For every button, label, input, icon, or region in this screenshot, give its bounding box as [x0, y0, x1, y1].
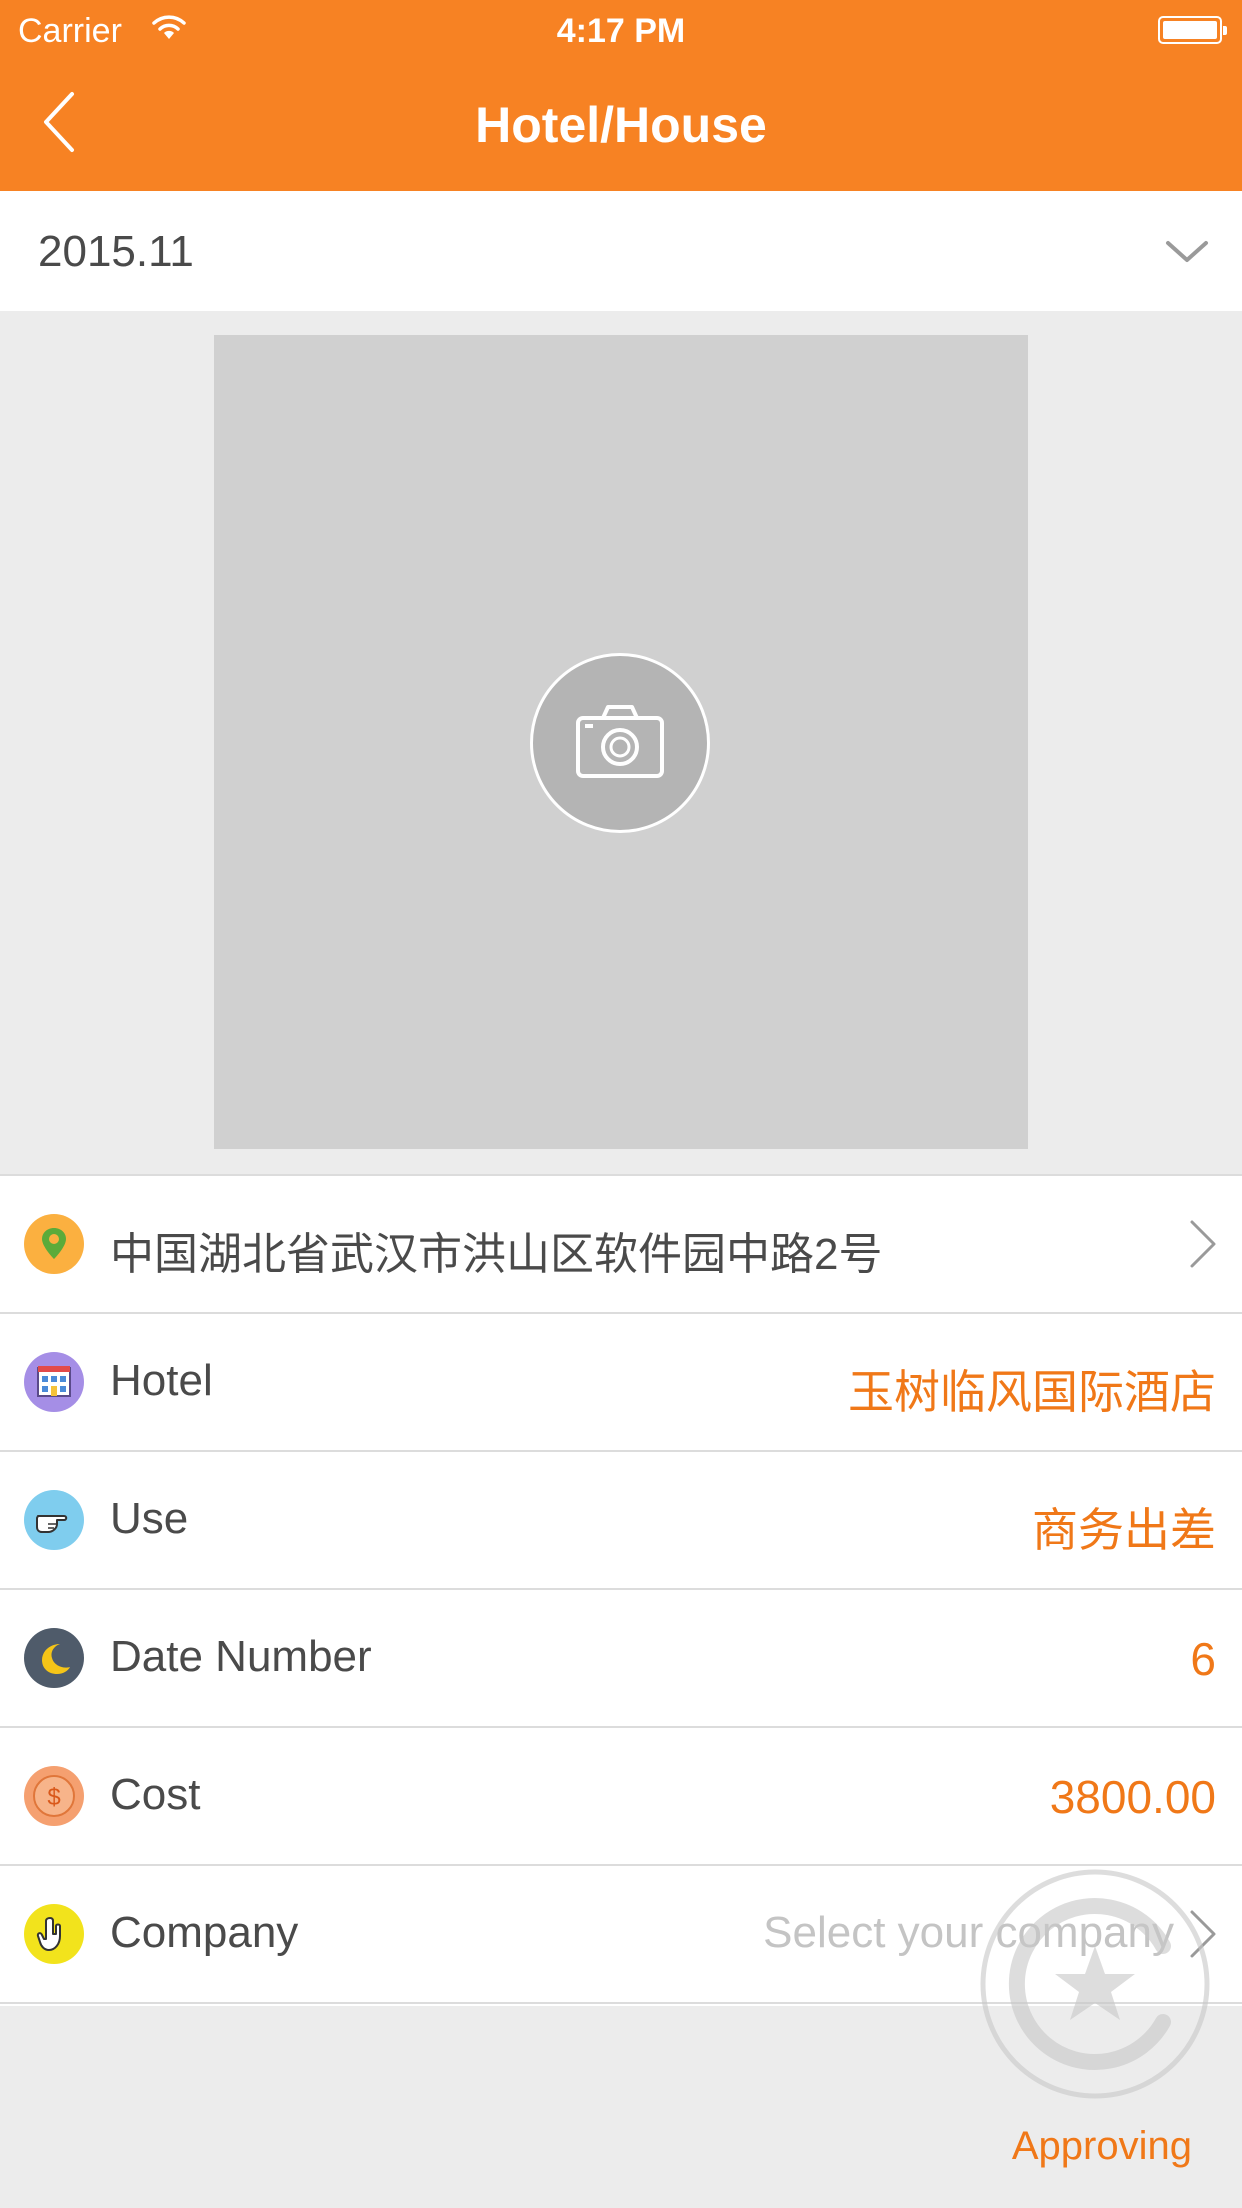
star-stamp-icon — [975, 1864, 1215, 2104]
date-number-label: Date Number — [110, 1632, 372, 1681]
hotel-label: Hotel — [110, 1356, 213, 1405]
add-photo-button[interactable] — [530, 653, 710, 833]
navigation-header: Carrier 4:17 PM Hotel/House — [0, 0, 1242, 191]
hotel-building-icon — [24, 1352, 84, 1412]
pointing-hand-icon — [24, 1490, 84, 1550]
photo-area[interactable] — [214, 335, 1028, 1149]
date-number-row[interactable]: Date Number 6 — [0, 1590, 1242, 1728]
company-label: Company — [110, 1908, 299, 1957]
hotel-value: 玉树临风国际酒店 — [848, 1366, 1216, 1418]
raised-hand-icon — [24, 1904, 84, 1964]
page-title: Hotel/House — [475, 97, 767, 153]
moon-icon — [24, 1628, 84, 1688]
cost-value: 3800.00 — [1049, 1771, 1216, 1823]
status-time: 4:17 PM — [556, 12, 686, 50]
chevron-down-icon[interactable] — [1162, 227, 1212, 277]
cost-row[interactable]: $ Cost 3800.00 — [0, 1728, 1242, 1866]
cost-label: Cost — [110, 1770, 201, 1819]
use-row[interactable]: Use 商务出差 — [0, 1452, 1242, 1590]
approval-status: Approving — [1011, 2124, 1192, 2168]
use-label: Use — [110, 1494, 189, 1543]
month-value: 2015.11 — [38, 227, 194, 276]
address-label: 中国湖北省武汉市洪山区软件园中路2号 — [110, 1230, 883, 1279]
location-pin-icon — [24, 1214, 84, 1274]
svg-text:$: $ — [47, 1784, 60, 1811]
chevron-right-icon — [1186, 1218, 1220, 1270]
dollar-icon: $ — [24, 1766, 84, 1826]
camera-icon — [576, 705, 664, 778]
hotel-row[interactable]: Hotel 玉树临风国际酒店 — [0, 1314, 1242, 1452]
use-value: 商务出差 — [1032, 1504, 1216, 1556]
battery-icon — [1158, 16, 1227, 44]
address-row[interactable]: 中国湖北省武汉市洪山区软件园中路2号 — [0, 1176, 1242, 1314]
date-number-value: 6 — [1190, 1633, 1216, 1685]
month-picker[interactable]: 2015.11 — [0, 191, 1242, 311]
status-bar: Carrier 4:17 PM — [0, 0, 1242, 62]
